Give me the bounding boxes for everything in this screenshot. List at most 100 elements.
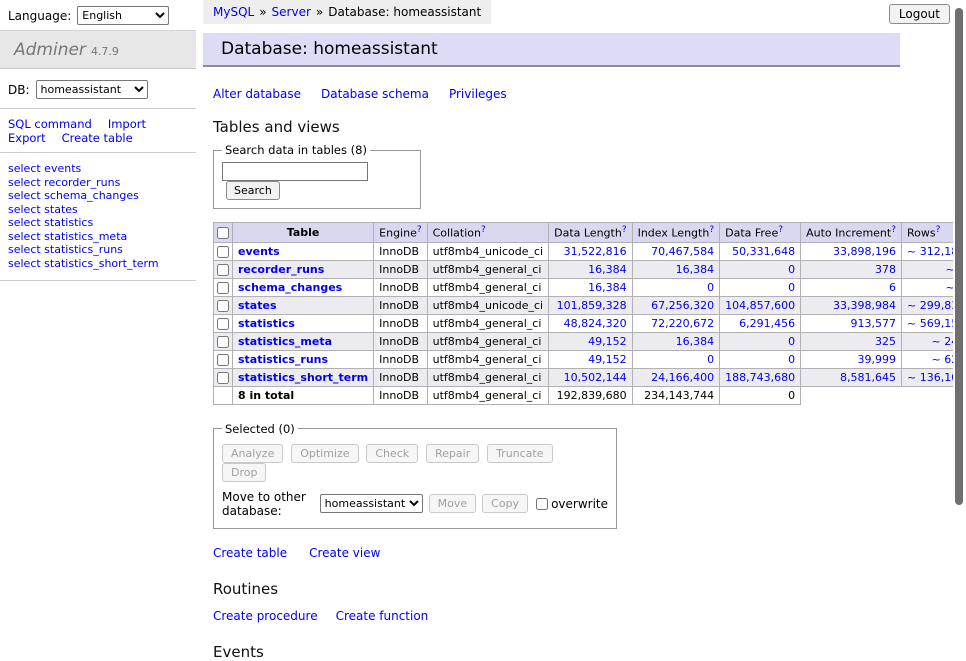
create-function-link[interactable]: Create function xyxy=(336,609,429,623)
table-link[interactable]: statistics xyxy=(238,317,295,330)
auto-increment-link[interactable]: 39,999 xyxy=(858,353,897,366)
data-free-link[interactable]: 188,743,680 xyxy=(725,371,795,384)
data-length-link[interactable]: 101,859,328 xyxy=(557,299,627,312)
breadcrumb-link-mysql[interactable]: MySQL xyxy=(213,5,254,19)
row-checkbox[interactable] xyxy=(217,282,229,294)
row-checkbox[interactable] xyxy=(217,318,229,330)
search-input[interactable] xyxy=(222,162,368,181)
row-checkbox[interactable] xyxy=(217,264,229,276)
table-link[interactable]: states xyxy=(238,299,277,312)
help-icon[interactable]: ? xyxy=(709,225,714,235)
row-checkbox[interactable] xyxy=(217,246,229,258)
help-icon[interactable]: ? xyxy=(936,225,941,235)
move-database-select[interactable]: homeassistant xyxy=(320,494,423,513)
auto-increment-link[interactable]: 378 xyxy=(875,263,896,276)
table-link[interactable]: events xyxy=(238,245,280,258)
index-length-link[interactable]: 16,384 xyxy=(676,335,715,348)
alter-database-link[interactable]: Alter database xyxy=(213,87,301,101)
help-icon[interactable]: ? xyxy=(778,225,783,235)
data-length-link[interactable]: 31,522,816 xyxy=(564,245,627,258)
column-header-engine: Engine? xyxy=(374,223,427,243)
index-length-link[interactable]: 70,467,584 xyxy=(651,245,714,258)
auto-increment-link[interactable]: 6 xyxy=(889,281,896,294)
auto-increment-link[interactable]: 33,398,984 xyxy=(833,299,896,312)
sidebar-item-select-recorder-runs[interactable]: select recorder_runs xyxy=(8,176,188,189)
data-free-link[interactable]: 6,291,456 xyxy=(739,317,795,330)
sidebar-item-select-statistics-runs[interactable]: select statistics_runs xyxy=(8,243,188,256)
data-length-link[interactable]: 16,384 xyxy=(588,263,627,276)
index-length-link[interactable]: 0 xyxy=(707,353,714,366)
sidebar-item-select-states[interactable]: select states xyxy=(8,203,188,216)
total-data-free: 0 xyxy=(720,386,801,404)
data-length-link[interactable]: 10,502,144 xyxy=(564,371,627,384)
index-length-link[interactable]: 24,166,400 xyxy=(651,371,714,384)
auto-increment-link[interactable]: 8,581,645 xyxy=(840,371,896,384)
data-length-link[interactable]: 48,824,320 xyxy=(564,317,627,330)
breadcrumb-link-server[interactable]: Server xyxy=(272,5,311,19)
index-length-link[interactable]: 16,384 xyxy=(676,263,715,276)
db-select[interactable]: homeassistant xyxy=(36,80,148,99)
help-icon[interactable]: ? xyxy=(622,225,627,235)
auto-increment-link[interactable]: 33,898,196 xyxy=(833,245,896,258)
table-link[interactable]: schema_changes xyxy=(238,281,342,294)
help-icon[interactable]: ? xyxy=(481,225,486,235)
sidebar-item-select-schema-changes[interactable]: select schema_changes xyxy=(8,189,188,202)
sidebar-link-import[interactable]: Import xyxy=(108,117,146,131)
index-length-link[interactable]: 67,256,320 xyxy=(651,299,714,312)
row-checkbox[interactable] xyxy=(217,336,229,348)
data-free-link[interactable]: 50,331,648 xyxy=(732,245,795,258)
index-length-link[interactable]: 72,220,672 xyxy=(651,317,714,330)
sidebar-item-select-events[interactable]: select events xyxy=(8,162,188,175)
column-header-auto-increment: Auto Increment? xyxy=(801,223,902,243)
sidebar-link-create-table[interactable]: Create table xyxy=(62,131,133,145)
sidebar-item-select-statistics-meta[interactable]: select statistics_meta xyxy=(8,230,188,243)
search-button[interactable]: Search xyxy=(226,181,280,200)
scrollbar-thumb[interactable] xyxy=(955,8,963,505)
drop-button[interactable]: Drop xyxy=(222,463,266,482)
sidebar-link-export[interactable]: Export xyxy=(8,131,46,145)
optimize-button[interactable]: Optimize xyxy=(291,444,358,463)
data-length-link[interactable]: 16,384 xyxy=(588,281,627,294)
create-table-link[interactable]: Create table xyxy=(213,546,287,560)
repair-button[interactable]: Repair xyxy=(426,444,479,463)
row-checkbox[interactable] xyxy=(217,372,229,384)
data-free-link[interactable]: 0 xyxy=(788,281,795,294)
analyze-button[interactable]: Analyze xyxy=(222,444,283,463)
sidebar-item-select-statistics-short-term[interactable]: select statistics_short_term xyxy=(8,257,188,270)
select-all-checkbox[interactable] xyxy=(217,227,229,239)
data-free-link[interactable]: 104,857,600 xyxy=(725,299,795,312)
sidebar-item-select-statistics[interactable]: select statistics xyxy=(8,216,188,229)
data-free-link[interactable]: 0 xyxy=(788,263,795,276)
row-checkbox[interactable] xyxy=(217,354,229,366)
table-link[interactable]: recorder_runs xyxy=(238,263,324,276)
privileges-link[interactable]: Privileges xyxy=(449,87,507,101)
app-version: 4.7.9 xyxy=(91,45,119,58)
move-button[interactable]: Move xyxy=(429,494,477,513)
create-procedure-link[interactable]: Create procedure xyxy=(213,609,318,623)
data-length-link[interactable]: 49,152 xyxy=(588,335,627,348)
data-length-link[interactable]: 49,152 xyxy=(588,353,627,366)
page-title: Database: homeassistant xyxy=(203,33,900,67)
auto-increment-link[interactable]: 325 xyxy=(875,335,896,348)
index-length-link[interactable]: 0 xyxy=(707,281,714,294)
scrollbar-track[interactable] xyxy=(953,0,966,543)
help-icon[interactable]: ? xyxy=(417,225,422,235)
check-button[interactable]: Check xyxy=(366,444,418,463)
truncate-button[interactable]: Truncate xyxy=(487,444,552,463)
table-link[interactable]: statistics_runs xyxy=(238,353,328,366)
sidebar-link-sql-command[interactable]: SQL command xyxy=(8,117,92,131)
row-checkbox[interactable] xyxy=(217,300,229,312)
database-schema-link[interactable]: Database schema xyxy=(321,87,429,101)
table-link[interactable]: statistics_short_term xyxy=(238,371,368,384)
logout-button[interactable]: Logout xyxy=(889,4,950,24)
data-free-link[interactable]: 0 xyxy=(788,335,795,348)
copy-button[interactable]: Copy xyxy=(482,494,528,513)
data-free-link[interactable]: 0 xyxy=(788,353,795,366)
language-select[interactable]: English xyxy=(77,6,169,25)
auto-increment-link[interactable]: 913,577 xyxy=(851,317,897,330)
overwrite-checkbox[interactable] xyxy=(536,498,548,510)
create-view-link[interactable]: Create view xyxy=(309,546,380,560)
help-icon[interactable]: ? xyxy=(891,225,896,235)
table-link[interactable]: statistics_meta xyxy=(238,335,332,348)
db-label: DB: xyxy=(8,83,30,97)
